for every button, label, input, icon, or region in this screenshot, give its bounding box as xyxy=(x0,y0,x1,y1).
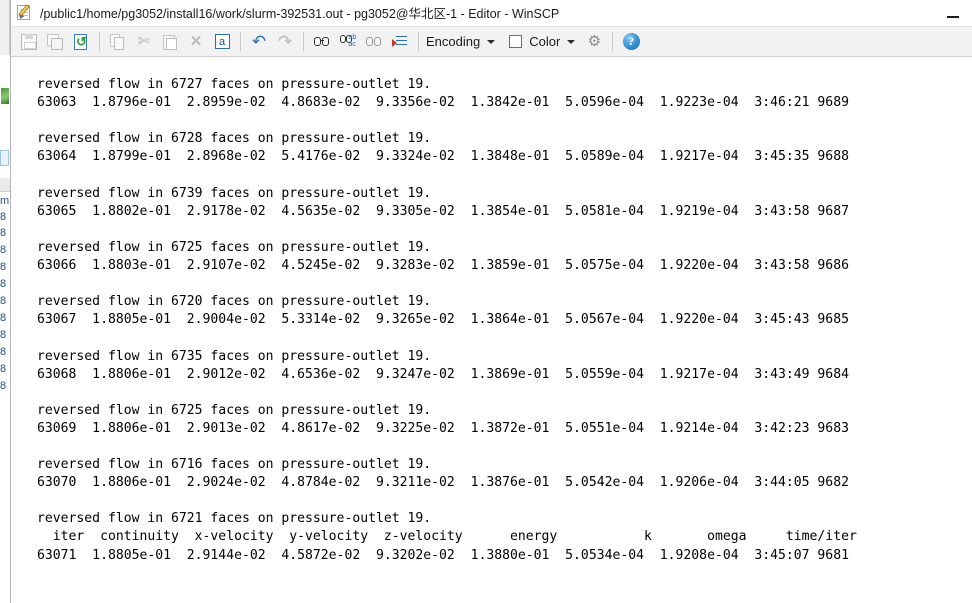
paste-button[interactable] xyxy=(157,29,183,54)
toolbar-separator xyxy=(303,32,304,51)
scissors-icon: ✄ xyxy=(137,33,151,50)
help-button[interactable]: ? xyxy=(618,29,644,54)
editor-line: 63071 1.8805e-01 2.9144e-02 4.5872e-02 9… xyxy=(37,547,849,563)
select-all-button[interactable]: a xyxy=(209,29,235,54)
copy-icon xyxy=(110,33,126,50)
chevron-down-icon[interactable] xyxy=(487,39,496,44)
background-window-row-glyph: 8 xyxy=(0,363,6,375)
redo-button[interactable]: ↶ xyxy=(272,29,298,54)
background-window-column-header xyxy=(0,178,10,192)
editor-line: 63063 1.8796e-01 2.8959e-02 4.8683e-02 9… xyxy=(37,95,849,111)
background-window-row-glyph: 8 xyxy=(0,227,6,239)
editor-document-icon xyxy=(16,3,34,22)
gear-icon: ⚙ xyxy=(587,32,602,50)
editor-line: reversed flow in 6725 faces on pressure-… xyxy=(37,239,432,255)
reload-icon: ↺ xyxy=(74,33,87,50)
editor-line: reversed flow in 6735 faces on pressure-… xyxy=(37,348,432,364)
clipboard-icon xyxy=(162,34,178,50)
editor-line: reversed flow in 6720 faces on pressure-… xyxy=(37,294,432,310)
background-window-row-glyph: 8 xyxy=(0,380,6,392)
background-window-row-glyph: 8 xyxy=(0,346,6,358)
save-all-icon xyxy=(47,33,63,50)
winscp-editor-window: m 8 8 8 8 8 8 8 8 8 8 8 /public1/home/pg… xyxy=(0,0,972,603)
background-window-row-glyph: 8 xyxy=(0,261,6,273)
editor-line: reversed flow in 6727 faces on pressure-… xyxy=(37,77,432,93)
save-button[interactable] xyxy=(16,29,42,54)
background-window-row-glyph: 8 xyxy=(0,244,6,256)
delete-button[interactable]: ✕ xyxy=(183,29,209,54)
editor-line: 63066 1.8803e-01 2.9107e-02 4.5245e-02 9… xyxy=(37,258,849,274)
color-menu-label[interactable]: Color xyxy=(527,34,562,49)
background-window-row-glyph: 8 xyxy=(0,312,6,324)
window-title: /public1/home/pg3052/install16/work/slur… xyxy=(40,7,560,21)
editor-line: reversed flow in 6716 faces on pressure-… xyxy=(37,457,432,473)
toolbar-separator xyxy=(418,32,419,51)
titlebar[interactable]: /public1/home/pg3052/install16/work/slur… xyxy=(11,0,972,26)
editor-line: iter continuity x-velocity y-velocity z-… xyxy=(37,529,857,545)
background-window-titlebar xyxy=(0,0,10,55)
background-window-row-glyph: 8 xyxy=(0,295,6,307)
background-window-row-glyph: 8 xyxy=(0,278,6,290)
encoding-menu-label[interactable]: Encoding xyxy=(424,34,482,49)
editor-line: reversed flow in 6721 faces on pressure-… xyxy=(37,511,432,527)
editor-window: /public1/home/pg3052/install16/work/slur… xyxy=(10,0,972,603)
go-to-line-icon xyxy=(392,35,408,49)
select-all-icon: a xyxy=(214,34,230,49)
editor-content[interactable]: reversed flow in 6727 faces on pressure-… xyxy=(37,76,972,583)
cut-button[interactable]: ✄ xyxy=(131,29,157,54)
undo-button[interactable]: ↶ xyxy=(246,29,272,54)
editor-line: reversed flow in 6728 faces on pressure-… xyxy=(37,131,432,147)
toolbar-separator xyxy=(612,32,614,51)
background-window-sliver[interactable]: m 8 8 8 8 8 8 8 8 8 8 8 xyxy=(0,0,10,603)
editor-line: 63064 1.8799e-01 2.8968e-02 5.4176e-02 9… xyxy=(37,149,849,165)
background-window-row-glyph: m xyxy=(0,195,9,207)
copy-button[interactable] xyxy=(105,29,131,54)
color-swatch[interactable] xyxy=(509,35,523,48)
reload-button[interactable]: ↺ xyxy=(68,29,94,54)
go-to-line-button[interactable] xyxy=(387,29,413,54)
editor-line: reversed flow in 6739 faces on pressure-… xyxy=(37,185,432,201)
editor-line: 63069 1.8806e-01 2.9013e-02 4.8617e-02 9… xyxy=(37,420,849,436)
background-window-tree-icon xyxy=(1,88,9,104)
close-icon: ✕ xyxy=(189,32,203,50)
toolbar-separator xyxy=(99,32,100,51)
editor-line: 63065 1.8802e-01 2.9178e-02 4.5635e-02 9… xyxy=(37,203,849,219)
background-window-tab[interactable] xyxy=(0,150,9,166)
chevron-down-icon[interactable] xyxy=(567,39,576,44)
text-editor-area[interactable]: reversed flow in 6727 faces on pressure-… xyxy=(11,57,972,603)
minimize-button[interactable] xyxy=(942,4,964,22)
binoculars-next-icon xyxy=(365,35,383,49)
editor-line: reversed flow in 6725 faces on pressure-… xyxy=(37,402,432,418)
binoculars-icon xyxy=(313,35,331,49)
editor-line: 63070 1.8806e-01 2.9024e-02 4.8784e-02 9… xyxy=(37,475,849,491)
save-all-button[interactable] xyxy=(42,29,68,54)
toolbar: ↺ ✄ ✕ a ↶ ↶ ab ac Encoding Color ⚙ ? xyxy=(11,26,972,57)
redo-icon: ↶ xyxy=(277,32,293,51)
help-icon: ? xyxy=(622,33,640,50)
editor-line: 63067 1.8805e-01 2.9004e-02 5.3314e-02 9… xyxy=(37,312,849,328)
preferences-button[interactable]: ⚙ xyxy=(581,29,607,54)
find-button[interactable] xyxy=(309,29,335,54)
save-icon xyxy=(21,33,37,50)
editor-line: 63068 1.8806e-01 2.9012e-02 4.6536e-02 9… xyxy=(37,366,849,382)
replace-button[interactable]: ab ac xyxy=(335,29,361,54)
background-window-row-glyph: 8 xyxy=(0,329,6,341)
background-window-row-glyph: 8 xyxy=(0,211,6,223)
undo-icon: ↶ xyxy=(251,32,267,51)
find-next-button[interactable] xyxy=(361,29,387,54)
toolbar-separator xyxy=(240,32,241,51)
find-replace-icon: ab ac xyxy=(339,34,357,49)
